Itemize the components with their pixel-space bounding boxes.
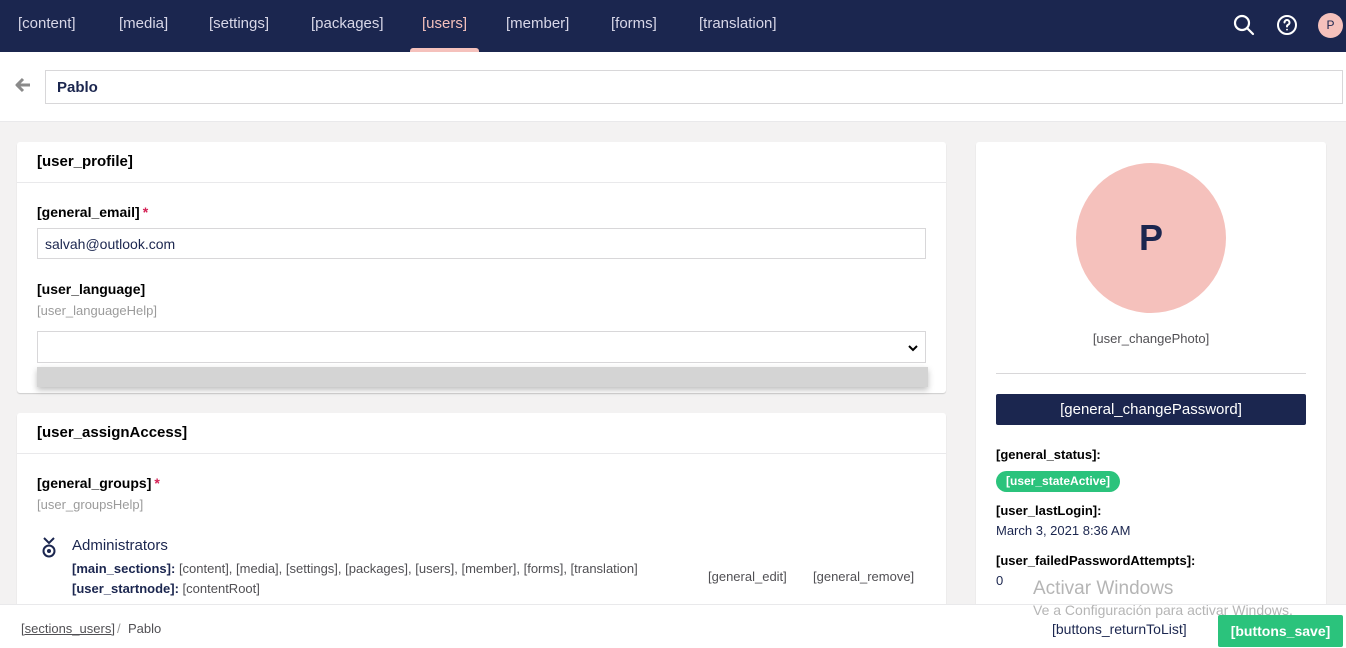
assign-access-title: [user_assignAccess] xyxy=(17,413,946,454)
language-dropdown-list[interactable] xyxy=(37,367,928,387)
user-avatar[interactable]: P xyxy=(1318,13,1343,38)
nav-item-member[interactable]: [member] xyxy=(506,0,569,52)
profile-card-title: [user_profile] xyxy=(17,142,946,183)
language-help: [user_languageHelp] xyxy=(37,303,157,318)
return-to-list-button[interactable]: [buttons_returnToList] xyxy=(1052,621,1187,637)
group-remove-button[interactable]: [general_remove] xyxy=(813,569,914,584)
breadcrumb-separator: / xyxy=(117,621,121,636)
last-login-value: March 3, 2021 8:36 AM xyxy=(996,523,1131,538)
required-mark: * xyxy=(142,204,149,220)
nav-item-packages[interactable]: [packages] xyxy=(311,0,384,52)
nav-item-users[interactable]: [users] xyxy=(409,0,480,52)
profile-card: [user_profile] [general_email]* [user_la… xyxy=(17,142,946,393)
nav-item-content[interactable]: [content] xyxy=(18,0,76,52)
windows-watermark-subtitle: Ve a Configuración para activar Windows. xyxy=(1033,602,1293,618)
search-icon[interactable] xyxy=(1232,13,1256,37)
save-button[interactable]: [buttons_save] xyxy=(1218,615,1343,647)
top-navigation: [content] [media] [settings] [packages] … xyxy=(0,0,1346,52)
user-side-card: P [user_changePhoto] [general_changePass… xyxy=(976,142,1326,612)
email-label: [general_email] * xyxy=(37,204,149,220)
language-label: [user_language] xyxy=(37,281,146,297)
last-login-label: [user_lastLogin]: xyxy=(996,503,1102,518)
status-label: [general_status]: xyxy=(996,447,1101,462)
chevron-down-icon xyxy=(907,341,919,353)
email-field[interactable] xyxy=(37,228,926,259)
language-select[interactable] xyxy=(37,331,926,363)
user-avatar-large[interactable]: P xyxy=(1076,163,1226,313)
group-name: Administrators xyxy=(72,537,168,554)
nav-item-forms[interactable]: [forms] xyxy=(611,0,657,52)
nav-item-translation[interactable]: [translation] xyxy=(699,0,777,52)
group-startnode: [user_startnode]: [contentRoot] xyxy=(72,581,260,596)
group-edit-button[interactable]: [general_edit] xyxy=(708,569,787,584)
status-badge: [user_stateActive] xyxy=(996,471,1121,492)
change-photo-link[interactable]: [user_changePhoto] xyxy=(976,331,1326,346)
groups-help: [user_groupsHelp] xyxy=(37,497,144,512)
breadcrumb-current: Pablo xyxy=(128,621,162,636)
assign-access-card: [user_assignAccess] [general_groups] * [u… xyxy=(17,413,946,613)
editor-header xyxy=(0,52,1346,122)
user-name-input[interactable] xyxy=(45,70,1343,104)
windows-watermark-title: Activar Windows xyxy=(1033,578,1174,599)
divider xyxy=(996,373,1306,374)
back-arrow-icon[interactable] xyxy=(14,76,32,94)
groups-label: [general_groups] * xyxy=(37,475,160,491)
failed-attempts-value: 0 xyxy=(996,573,1004,588)
group-sections: [main_sections]: [content], [media], [se… xyxy=(72,561,638,576)
help-icon[interactable] xyxy=(1275,13,1299,37)
nav-item-media[interactable]: [media] xyxy=(119,0,168,52)
change-password-button[interactable]: [general_changePassword] xyxy=(996,394,1306,425)
required-mark: * xyxy=(154,475,160,491)
failed-attempts-label: [user_failedPasswordAttempts]: xyxy=(996,553,1196,568)
breadcrumb-users-link[interactable]: [sections_users] xyxy=(21,621,115,636)
group-medal-icon xyxy=(40,537,58,559)
nav-item-settings[interactable]: [settings] xyxy=(209,0,269,52)
